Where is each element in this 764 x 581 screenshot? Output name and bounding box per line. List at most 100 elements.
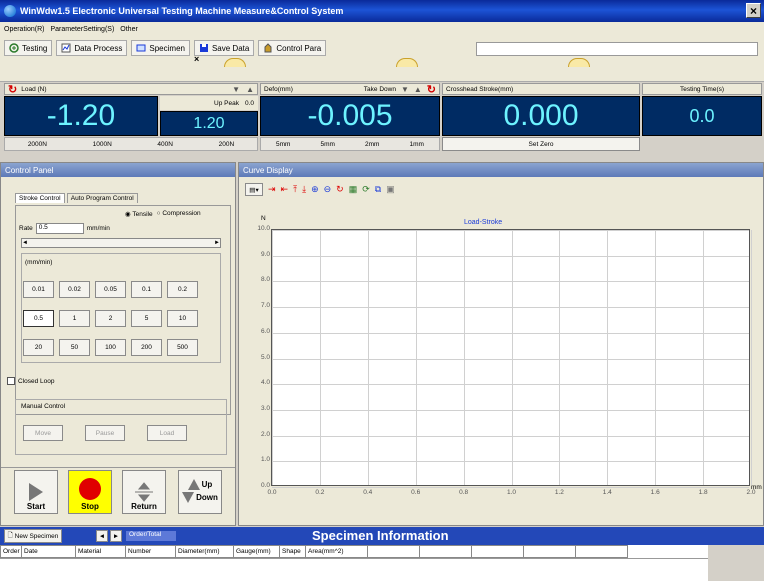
print-icon[interactable]: ▣	[386, 184, 395, 195]
x-tick-label: 0.0	[267, 489, 277, 496]
up-icon[interactable]	[187, 479, 200, 490]
close-small-icon[interactable]: ×	[194, 54, 199, 64]
play-icon	[29, 483, 43, 501]
down-icon[interactable]	[182, 492, 195, 503]
zoom-out-icon[interactable]: ⊖	[324, 184, 332, 195]
speed-button[interactable]: 0.01	[23, 281, 54, 298]
grid-line-h	[272, 358, 749, 360]
load-button[interactable]: Load	[147, 425, 187, 441]
grid-line-h	[272, 487, 749, 488]
speed-button[interactable]: 0.1	[131, 281, 162, 298]
up-down-button[interactable]: Up Down	[178, 470, 222, 514]
chart-menu-icon[interactable]: ▤▾	[245, 183, 263, 196]
refresh-icon[interactable]: ↻	[8, 83, 17, 96]
triangle-down-icon[interactable]: ▼	[232, 85, 240, 94]
grid-line-v	[751, 230, 752, 485]
meter-tab-icon[interactable]	[396, 58, 418, 67]
arrow-up-icon[interactable]: ⤒	[293, 184, 297, 195]
load-range-1000[interactable]: 1000N	[93, 141, 112, 148]
speed-button[interactable]: 100	[95, 339, 126, 356]
x-tick-label: 0.6	[411, 489, 421, 496]
load-stroke-plot[interactable]: 0.0 1.0 2.0 3.0 4.0 5.0 6.0 7.0 8.0 9.0 10.0 0.0 0.2…	[257, 225, 755, 496]
load-range-200[interactable]: 200N	[219, 141, 235, 148]
move-button[interactable]: Move	[23, 425, 63, 441]
speed-button[interactable]: 20	[23, 339, 54, 356]
return-icon	[135, 482, 153, 502]
control-para-button[interactable]: Control Para	[258, 40, 327, 56]
closed-loop-checkbox[interactable]: Closed Loop	[7, 377, 55, 385]
grid-line-v	[655, 230, 657, 485]
speed-button[interactable]: 2	[95, 310, 126, 327]
speed-button[interactable]: 5	[131, 310, 162, 327]
testing-button[interactable]: Testing	[4, 40, 53, 56]
speed-buttons: 0.01 0.02 0.05 0.1 0.2 0.5 1 2 5 10 20 5…	[23, 281, 198, 356]
tensile-radio[interactable]: ◉ Tensile	[125, 210, 153, 218]
speed-button-selected[interactable]: 0.5	[23, 310, 54, 327]
arrow-down-icon[interactable]: ⤓	[302, 184, 306, 195]
load-range-400[interactable]: 400N	[157, 141, 173, 148]
legend-label: Load-Stroke	[464, 219, 503, 226]
arrow-right-icon[interactable]: ⇥	[268, 184, 276, 195]
pause-button[interactable]: Pause	[85, 425, 125, 441]
defo-range-d[interactable]: 1mm	[410, 141, 424, 148]
return-button[interactable]: Return	[122, 470, 166, 514]
set-zero-button[interactable]: Set Zero	[442, 137, 640, 151]
copy-icon[interactable]: ⧉	[375, 184, 381, 195]
speed-button[interactable]: 200	[131, 339, 162, 356]
triangle-up-icon[interactable]: ▲	[414, 85, 422, 94]
reset-icon[interactable]: ↻	[336, 184, 344, 195]
rate-slider[interactable]: ◄ ►	[21, 238, 221, 248]
y-tick-label: 9.0	[260, 250, 270, 258]
defo-range-c[interactable]: 2mm	[365, 141, 379, 148]
col-diameter: Diameter(mm)	[176, 545, 234, 558]
meter-tab-icon[interactable]	[568, 58, 590, 67]
compression-radio[interactable]: ○ Compression	[157, 210, 201, 218]
specimen-table-body[interactable]	[0, 558, 708, 581]
start-button[interactable]: Start	[14, 470, 58, 514]
grid-line-v	[463, 230, 465, 485]
speed-button[interactable]: 500	[167, 339, 198, 356]
save-data-button[interactable]: Save Data	[193, 40, 255, 56]
y-tick-label: 10.0	[257, 225, 270, 232]
arrow-left-icon[interactable]: ⇤	[281, 184, 289, 195]
refresh-icon[interactable]: ↻	[427, 83, 436, 96]
tab-auto-program[interactable]: Auto Program Control	[66, 193, 138, 203]
scroll-left-icon[interactable]: ◄	[22, 240, 28, 246]
grid-icon[interactable]: ▦	[349, 184, 358, 195]
speed-button[interactable]: 1	[59, 310, 90, 327]
refresh-curve-icon[interactable]: ⟳	[362, 184, 370, 195]
stop-button[interactable]: Stop	[68, 470, 112, 514]
grid-line-h	[272, 332, 749, 334]
scroll-right-icon[interactable]: ►	[214, 240, 220, 246]
next-specimen-button[interactable]: ►	[110, 530, 122, 542]
col-area: Area(mm^2)	[306, 545, 368, 558]
defo-range-a[interactable]: 5mm	[276, 141, 290, 148]
x-tick-label: 1.8	[698, 489, 708, 496]
data-process-button[interactable]: Data Process	[56, 40, 128, 56]
grid-line-h	[272, 307, 749, 309]
speed-button[interactable]: 0.02	[59, 281, 90, 298]
menu-parameter-setting[interactable]: ParameterSetting(S)	[50, 26, 114, 33]
load-range-2000[interactable]: 2000N	[28, 141, 47, 148]
close-button[interactable]: ×	[746, 3, 761, 18]
prev-specimen-button[interactable]: ◄	[96, 530, 108, 542]
speed-button[interactable]: 0.05	[95, 281, 126, 298]
triangle-up-icon[interactable]: ▲	[246, 85, 254, 94]
menu-operation[interactable]: Operation(R)	[4, 26, 44, 33]
meter-tab-icon[interactable]	[224, 58, 246, 67]
zoom-in-icon[interactable]: ⊕	[311, 184, 319, 195]
rate-unit: mm/min	[86, 225, 110, 232]
col-shape: Shape	[280, 545, 306, 558]
triangle-down-icon[interactable]: ▼	[401, 85, 409, 94]
speed-button[interactable]: 0.2	[167, 281, 198, 298]
new-specimen-button[interactable]: 🗋 New Specimen	[4, 529, 62, 543]
status-field	[476, 42, 758, 56]
specimen-button[interactable]: Specimen	[131, 40, 190, 56]
menu-other[interactable]: Other	[120, 26, 138, 33]
grid-line-h	[272, 230, 749, 231]
speed-button[interactable]: 10	[167, 310, 198, 327]
rate-input[interactable]: 0.5	[35, 223, 84, 234]
defo-range-b[interactable]: 5mm	[321, 141, 335, 148]
tab-stroke-control[interactable]: Stroke Control	[15, 193, 65, 203]
speed-button[interactable]: 50	[59, 339, 90, 356]
